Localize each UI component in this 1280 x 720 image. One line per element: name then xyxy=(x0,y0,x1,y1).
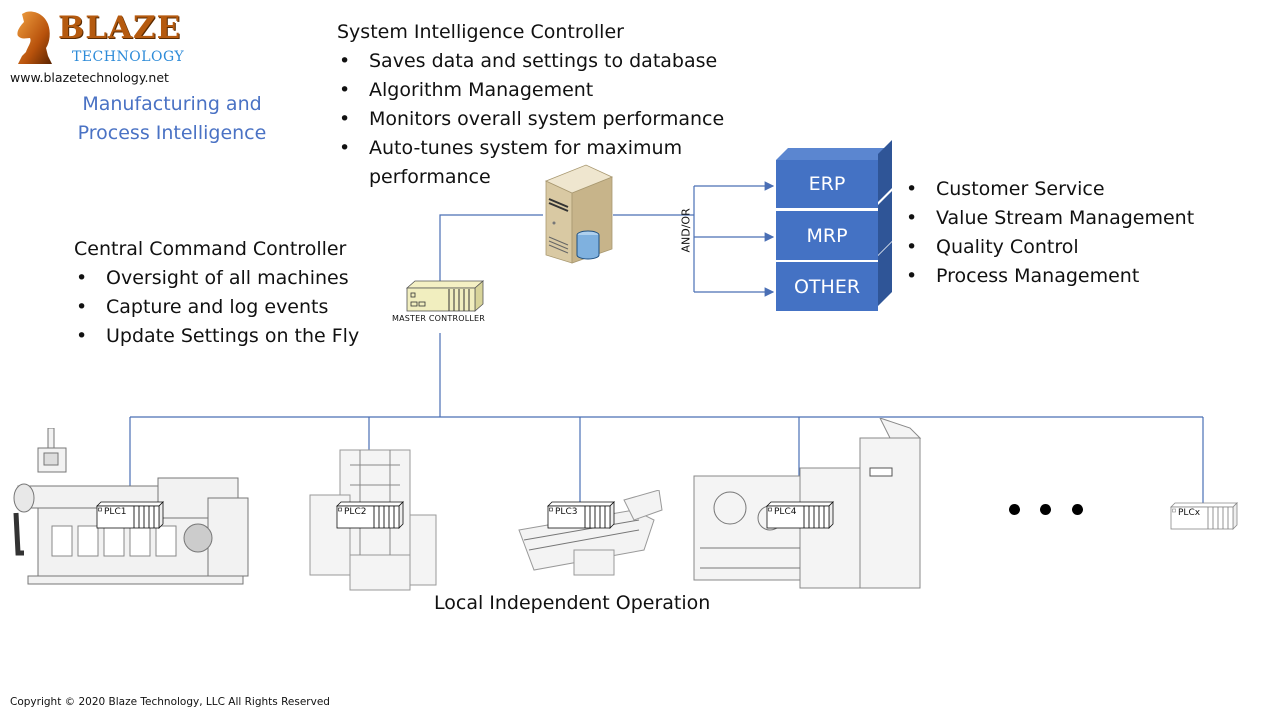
ellipsis-dot xyxy=(1072,504,1083,515)
list-item: • Capture and log events xyxy=(76,296,329,318)
system-controller-block: System Intelligence Controller • Saves da… xyxy=(337,18,724,192)
list-item: • Update Settings on the Fly xyxy=(76,325,360,347)
list-item: • Process Management xyxy=(906,265,1140,287)
enterprise-systems-stack: ERP MRP OTHER xyxy=(776,140,896,313)
subtitle-line-1: Manufacturing and xyxy=(82,93,262,115)
slide-subtitle: Manufacturing and Process Intelligence xyxy=(60,90,284,148)
plc-unit-5[interactable]: PLCx xyxy=(1170,502,1270,530)
logo-subtext: TECHNOLOGY xyxy=(72,49,185,65)
master-controller-label: MASTER CONTROLLER xyxy=(392,314,486,323)
plc-label: PLC3 xyxy=(555,507,578,517)
ellipsis-dot xyxy=(1040,504,1051,515)
plc-unit-4[interactable]: PLC4 xyxy=(766,501,866,529)
subtitle-line-2: Process Intelligence xyxy=(77,122,267,144)
enterprise-benefits-list: • Customer Service • Value Stream Manageme… xyxy=(904,175,1194,291)
plc-unit-1[interactable]: PLC1 xyxy=(96,501,196,529)
knight-chess-piece-icon xyxy=(17,11,53,64)
plc-unit-3[interactable]: PLC3 xyxy=(547,501,647,529)
server-to-master-line xyxy=(439,214,543,282)
list-item: • Saves data and settings to database xyxy=(339,50,718,72)
master-controller-icon[interactable] xyxy=(405,280,485,312)
central-controller-title: Central Command Controller xyxy=(74,238,347,260)
mrp-box[interactable]: MRP xyxy=(776,211,878,260)
central-controller-block: Central Command Controller • Oversight of… xyxy=(74,235,359,351)
list-item: • Value Stream Management xyxy=(906,207,1195,229)
plc-label: PLC4 xyxy=(774,507,797,517)
list-item: • Oversight of all machines xyxy=(76,267,349,289)
system-controller-title: System Intelligence Controller xyxy=(337,21,624,43)
plc-unit-2[interactable]: PLC2 xyxy=(336,501,436,529)
other-box[interactable]: OTHER xyxy=(776,262,878,311)
list-item: • Customer Service xyxy=(906,178,1105,200)
local-operation-label: Local Independent Operation xyxy=(434,592,711,614)
logo-brand: BLAZE xyxy=(58,10,182,46)
list-item: • Auto-tunes system for maximum xyxy=(339,137,683,159)
list-item: • Quality Control xyxy=(906,236,1079,258)
list-item-continuation: performance xyxy=(369,166,491,188)
server-database-icon xyxy=(544,164,614,264)
list-item: • Algorithm Management xyxy=(339,79,594,101)
ellipsis-dot xyxy=(1009,504,1020,515)
list-item: • Monitors overall system performance xyxy=(339,108,725,130)
website-link[interactable]: www.blazetechnology.net xyxy=(10,70,169,85)
plc-label: PLCx xyxy=(1178,508,1201,518)
copyright-footer: Copyright © 2020 Blaze Technology, LLC A… xyxy=(10,696,330,708)
plc-label: PLC2 xyxy=(344,507,367,517)
and-or-label: AND/OR xyxy=(679,208,693,253)
erp-box[interactable]: ERP xyxy=(776,160,878,208)
plc-label: PLC1 xyxy=(104,507,127,517)
